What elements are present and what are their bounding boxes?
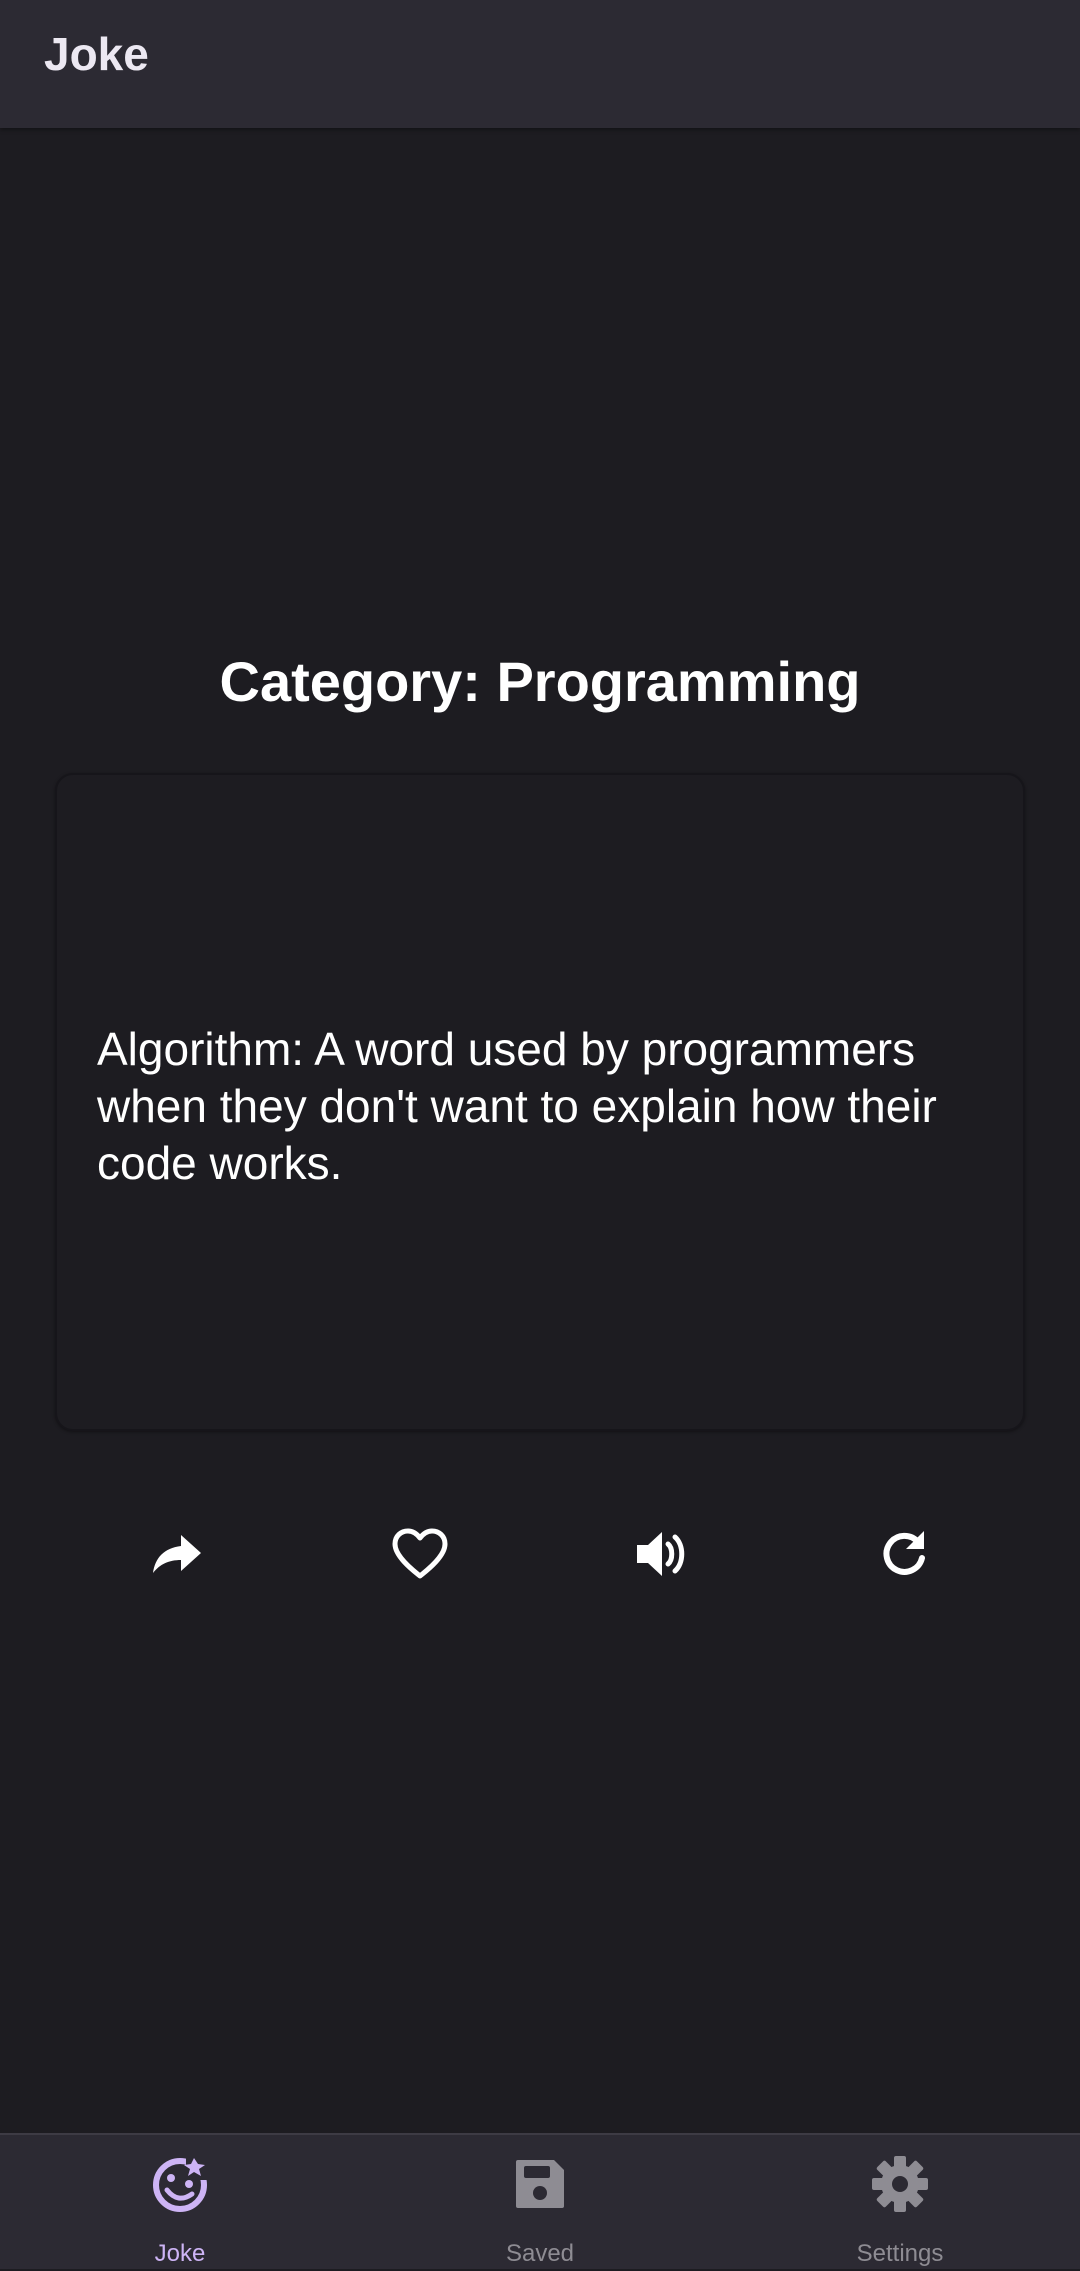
page-title: Joke [44,28,149,80]
speak-button[interactable] [627,1521,697,1591]
joke-category: Category: Programming [219,650,861,713]
refresh-button[interactable] [869,1521,939,1591]
refresh-icon [878,1528,930,1585]
joke-face-icon [150,2153,210,2215]
heart-outline-icon [391,1528,449,1585]
share-icon [151,1533,203,1580]
gear-icon [870,2153,930,2215]
favorite-button[interactable] [385,1521,455,1591]
joke-card: Algorithm: A word used by programmers wh… [55,773,1025,1431]
nav-item-settings[interactable]: Settings [720,2135,1080,2271]
volume-icon [634,1528,690,1585]
nav-label-saved: Saved [505,2240,575,2267]
nav-item-saved[interactable]: Saved [360,2135,720,2271]
joke-text: Algorithm: A word used by programmers wh… [97,1023,937,1189]
nav-label-joke: Joke [154,2240,206,2267]
top-app-bar: Joke [0,0,1080,128]
share-button[interactable] [142,1521,212,1591]
save-icon [510,2153,570,2215]
nav-item-joke[interactable]: Joke [0,2135,360,2271]
nav-label-settings: Settings [856,2240,944,2267]
bottom-navigation: Joke Saved Settings [0,2133,1080,2269]
